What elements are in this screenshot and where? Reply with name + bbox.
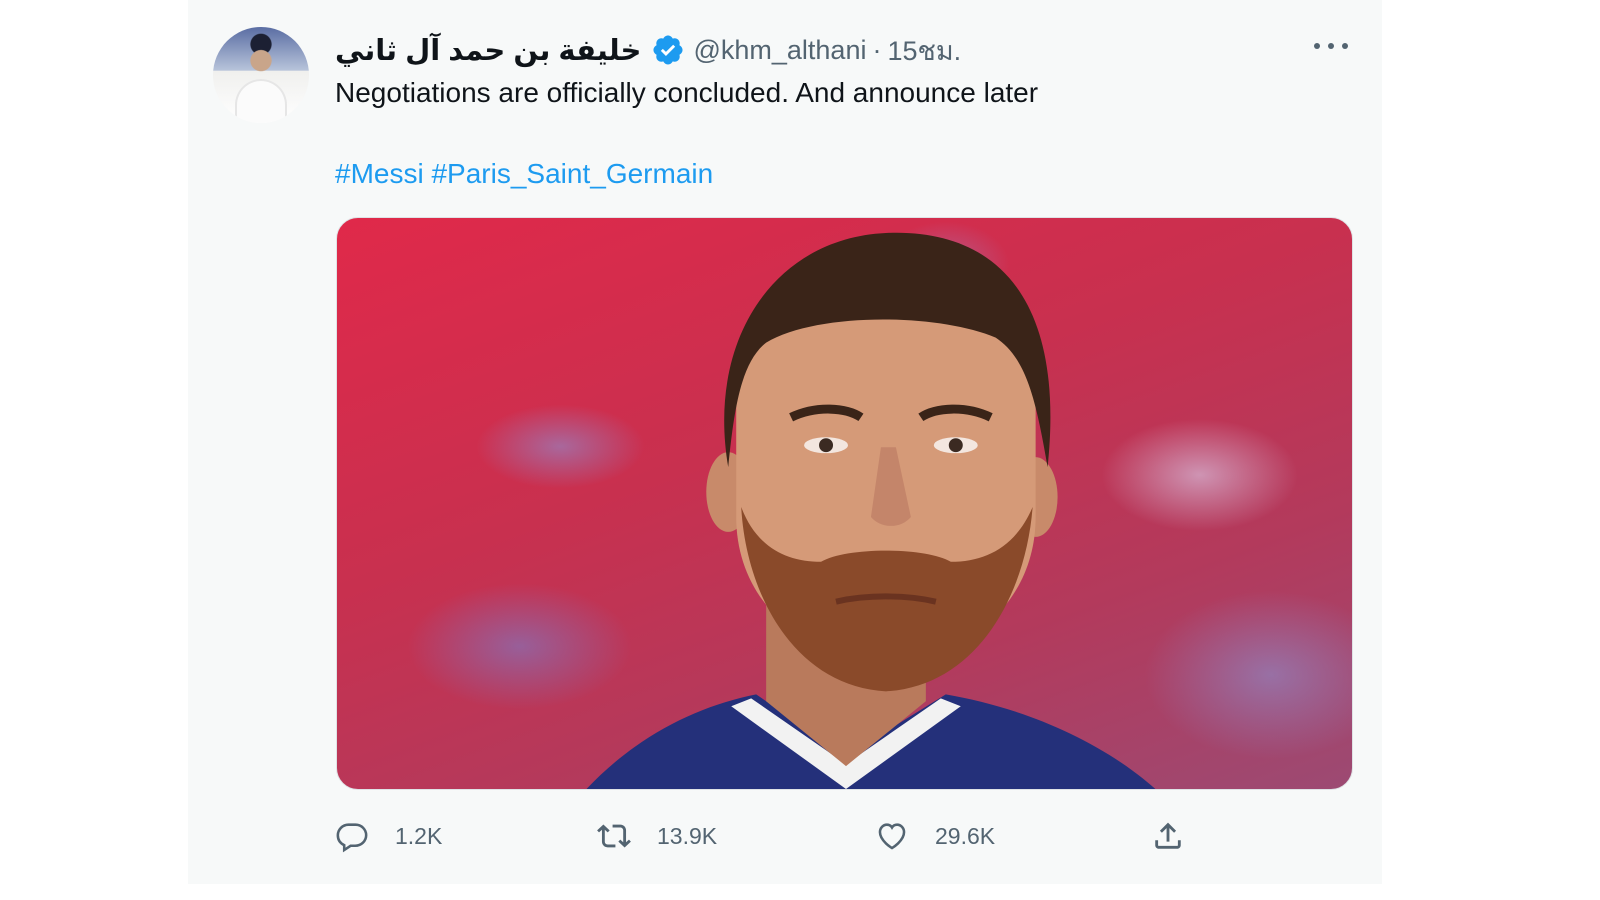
tweet-text: Negotiations are officially concluded. A… [335, 77, 1039, 108]
retweet-icon [597, 824, 631, 848]
author-display-name[interactable]: خليفة بن حمد آل ثاني [335, 33, 641, 68]
tweet-timestamp[interactable]: 15ชม. [887, 29, 961, 72]
share-button[interactable] [1151, 812, 1211, 860]
hashtag-link-psg[interactable]: #Paris_Saint_Germain [431, 158, 713, 189]
tweet-hashtags: #Messi #Paris_Saint_Germain [335, 153, 713, 195]
more-options-icon[interactable] [1314, 32, 1348, 60]
like-count: 29.6K [935, 822, 996, 849]
avatar-figure [235, 79, 287, 123]
right-pupil [948, 438, 963, 453]
more-dot [1328, 43, 1334, 49]
engagement-bar: 1.2K 13.9K 29.6K [335, 812, 1355, 860]
author-handle[interactable]: @khm_althani [693, 35, 866, 66]
tweet-media-image[interactable] [336, 217, 1353, 790]
hashtag-link-messi[interactable]: #Messi [335, 158, 424, 189]
retweet-count: 13.9K [657, 822, 718, 849]
share-icon [1155, 822, 1181, 849]
author-avatar[interactable] [213, 27, 309, 123]
reply-count: 1.2K [395, 822, 443, 849]
left-pupil [819, 438, 834, 453]
header-separator: · [872, 34, 882, 65]
reply-button[interactable]: 1.2K [335, 812, 442, 860]
more-dot [1314, 43, 1320, 49]
like-button[interactable]: 29.6K [875, 812, 995, 860]
verified-badge-icon [653, 35, 683, 65]
reply-icon [336, 823, 368, 853]
heart-icon [878, 823, 906, 850]
tweet-card[interactable]: خليفة بن حمد آل ثاني @khm_althani · 15ชม… [188, 0, 1382, 884]
player-portrait [586, 232, 1156, 789]
tweet-header: خليفة بن حمد آل ثاني @khm_althani · 15ชม… [335, 28, 961, 72]
more-dot [1342, 43, 1348, 49]
retweet-button[interactable]: 13.9K [597, 812, 717, 860]
